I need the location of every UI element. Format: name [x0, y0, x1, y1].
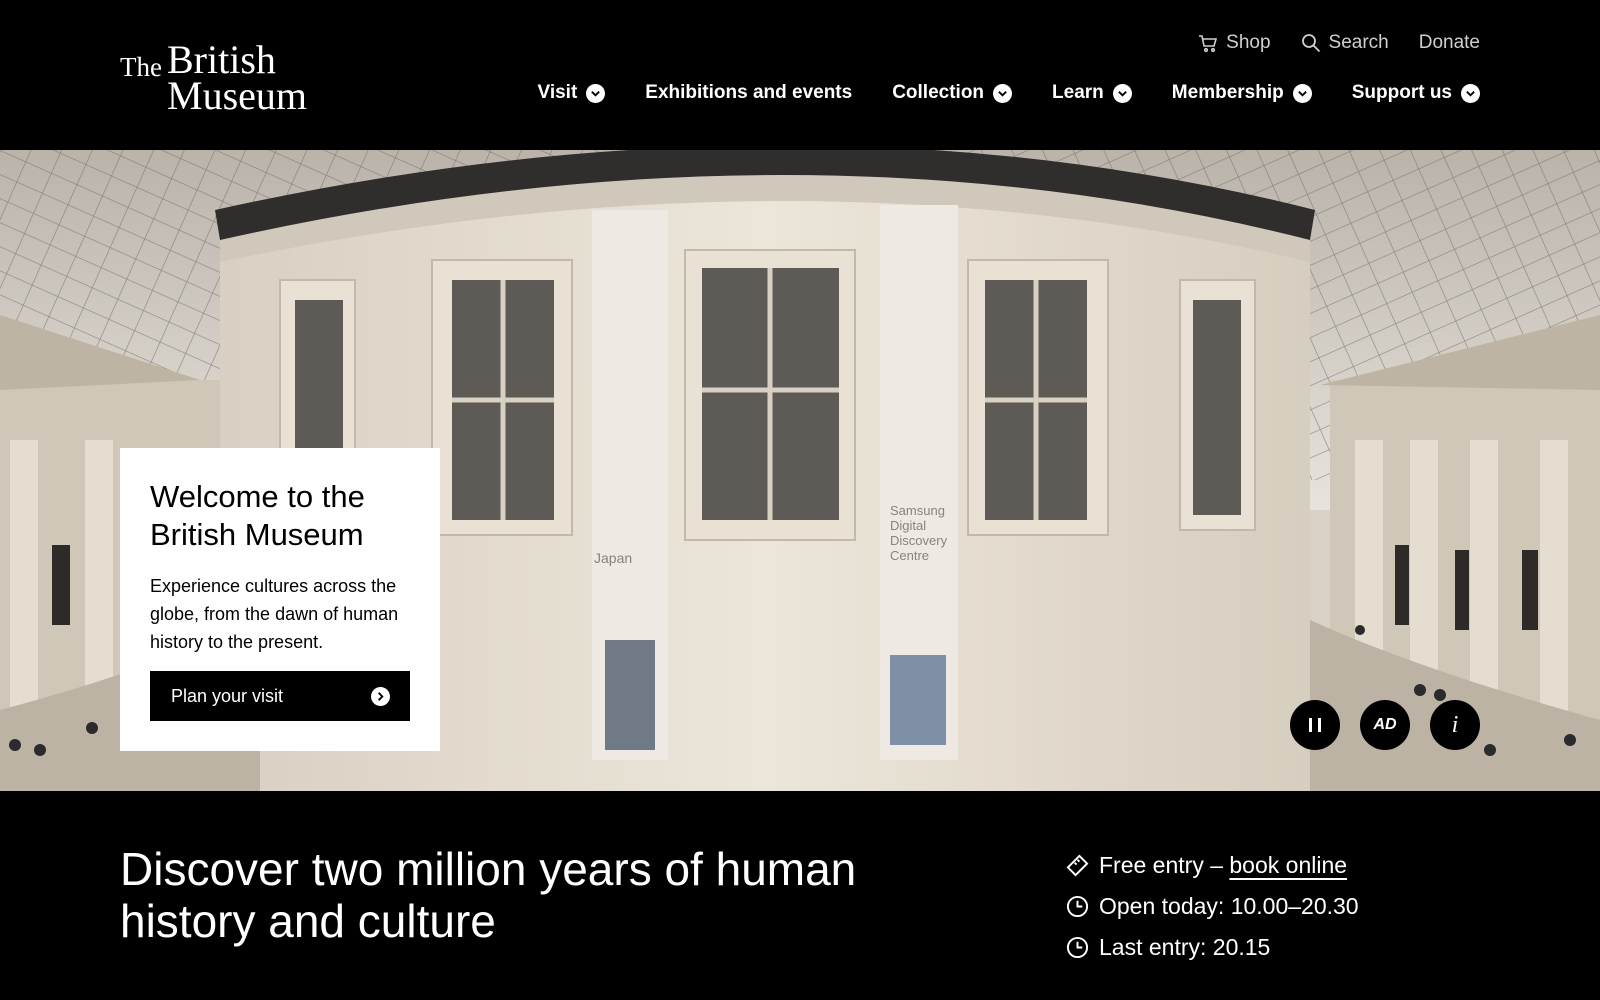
audio-description-button[interactable]: AD [1360, 700, 1410, 750]
opening-hours-row: Open today: 10.00–20.30 [1066, 886, 1359, 927]
welcome-card: Welcome to the British Museum Experience… [120, 448, 440, 751]
last-entry-row: Last entry: 20.15 [1066, 927, 1359, 968]
pause-button[interactable] [1290, 700, 1340, 750]
main-nav: Visit Exhibitions and events Collection … [537, 82, 1480, 104]
opening-hours: Open today: 10.00–20.30 [1099, 893, 1359, 919]
nav-label: Membership [1171, 82, 1284, 103]
nav-label: Support us [1351, 82, 1452, 103]
nav-item-exhibitions[interactable]: Exhibitions and events [645, 82, 852, 104]
donate-label: Donate [1418, 32, 1480, 53]
info-icon: i [1451, 711, 1459, 738]
chevron-down-icon [1112, 83, 1132, 103]
shop-link[interactable]: Shop [1198, 32, 1271, 54]
visit-info: Free entry – book online Open today: 10.… [1066, 845, 1359, 968]
british-museum-logo[interactable]: The British Museum [120, 40, 330, 120]
logo-museum: Museum [167, 73, 307, 118]
chevron-down-icon [993, 83, 1013, 103]
nav-label: Exhibitions and events [645, 82, 853, 103]
audio-description-icon: AD [1373, 716, 1397, 733]
nav-item-membership[interactable]: Membership [1172, 82, 1312, 104]
ticket-icon [1066, 854, 1089, 877]
plan-your-visit-button[interactable]: Plan your visit [150, 671, 410, 721]
search-label: Search [1328, 32, 1389, 53]
utility-nav: Shop Search Donate [1198, 32, 1480, 54]
search-link[interactable]: Search [1301, 32, 1389, 54]
book-online-link[interactable]: book online [1229, 852, 1347, 878]
donate-link[interactable]: Donate [1419, 32, 1480, 54]
nav-item-collection[interactable]: Collection [892, 82, 1013, 104]
free-entry-row: Free entry – book online [1066, 845, 1359, 886]
nav-label: Learn [1052, 82, 1104, 103]
cart-icon [1199, 35, 1218, 53]
chevron-down-icon [1292, 83, 1312, 103]
shop-label: Shop [1226, 32, 1271, 53]
chevron-right-icon [371, 686, 390, 706]
nav-item-learn[interactable]: Learn [1052, 82, 1132, 104]
nav-item-support[interactable]: Support us [1352, 82, 1480, 104]
free-entry-text: Free entry – [1099, 852, 1230, 878]
welcome-title: Welcome to the British Museum [150, 479, 365, 552]
chevron-down-icon [586, 83, 606, 103]
nav-label: Visit [537, 82, 578, 103]
info-button[interactable]: i [1430, 700, 1480, 750]
site-header: The British Museum Shop Search Donate Vi… [0, 0, 1600, 150]
clock-icon [1066, 936, 1089, 959]
pause-icon [1309, 718, 1321, 732]
banner-samsung: Samsung Digital Discovery Centre [890, 503, 948, 563]
tagline: Discover two million years of human hist… [120, 843, 857, 947]
clock-icon [1066, 895, 1089, 918]
search-icon [1301, 34, 1320, 53]
nav-item-visit[interactable]: Visit [537, 82, 606, 104]
logo-the: The [120, 52, 162, 82]
info-band: Discover two million years of human hist… [0, 791, 1600, 1000]
chevron-down-icon [1461, 83, 1480, 103]
welcome-text: Experience cultures across the globe, fr… [150, 576, 399, 652]
nav-label: Collection [892, 82, 985, 103]
last-entry: Last entry: 20.15 [1099, 934, 1271, 960]
banner-japan: Japan [594, 550, 633, 566]
plan-your-visit-label: Plan your visit [171, 685, 284, 706]
